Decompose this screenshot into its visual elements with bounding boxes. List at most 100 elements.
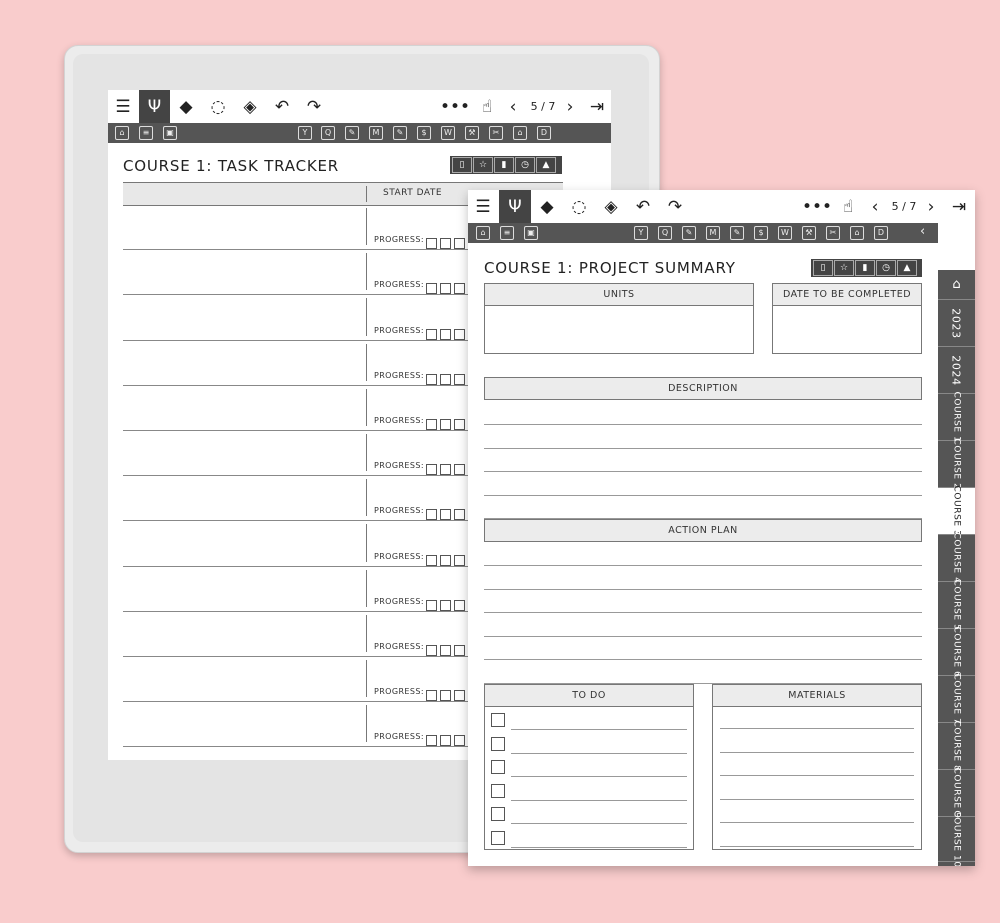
next-page-icon[interactable]: › [924, 190, 938, 223]
progress-checkbox[interactable] [426, 644, 437, 656]
exit-icon[interactable]: ⇥ [948, 190, 970, 223]
todo-checkbox[interactable] [491, 807, 505, 821]
progress-checkbox[interactable] [426, 735, 437, 747]
progress-checkbox[interactable] [454, 238, 465, 250]
nav-shop-icon[interactable]: ⌂ [513, 126, 527, 140]
redo-icon[interactable]: ↷ [302, 90, 326, 123]
progress-checkbox[interactable] [426, 599, 437, 611]
todo-item[interactable] [491, 805, 687, 825]
collapse-chevron-icon[interactable]: ‹ [920, 224, 925, 239]
next-page-icon[interactable]: › [563, 90, 577, 123]
progress-checkbox[interactable] [440, 509, 451, 521]
progress-checkbox[interactable] [440, 328, 451, 340]
prev-page-icon[interactable]: ‹ [506, 90, 520, 123]
book-icon[interactable]: ▯ [813, 260, 833, 276]
progress-checkbox[interactable] [426, 554, 437, 566]
pen-icon[interactable]: Ψ [139, 90, 170, 123]
touch-icon[interactable]: ☝ [837, 190, 859, 223]
nav-money-icon[interactable]: $ [754, 226, 768, 240]
side-tab-course-1[interactable]: COURSE 1 [938, 392, 975, 443]
side-tab-course-3[interactable]: COURSE 3 [938, 486, 975, 537]
cap-icon[interactable]: ▲ [536, 157, 556, 173]
progress-checkbox[interactable] [440, 418, 451, 430]
units-field[interactable] [484, 305, 754, 354]
progress-checkbox[interactable] [454, 509, 465, 521]
progress-checkbox[interactable] [440, 735, 451, 747]
eraser-icon[interactable]: ◆ [535, 190, 559, 223]
layers-icon[interactable]: ◈ [599, 190, 623, 223]
toc-icon[interactable]: ☰ [472, 190, 494, 223]
nav-tools-icon[interactable]: ✂ [489, 126, 503, 140]
progress-checkbox[interactable] [454, 283, 465, 295]
side-tab-course-2[interactable]: COURSE 2 [938, 439, 975, 490]
nav-d-icon[interactable]: D [874, 226, 888, 240]
progress-checkbox[interactable] [454, 373, 465, 385]
progress-checkbox[interactable] [454, 464, 465, 476]
progress-checkbox[interactable] [440, 690, 451, 702]
nav-m-icon[interactable]: M [706, 226, 720, 240]
nav-write-icon[interactable]: ✎ [730, 226, 744, 240]
progress-checkbox[interactable] [426, 418, 437, 430]
nav-w-icon[interactable]: W [778, 226, 792, 240]
todo-item[interactable] [491, 782, 687, 802]
side-tab-course-4[interactable]: COURSE 4 [938, 533, 975, 584]
home-icon[interactable]: ⌂ [476, 226, 490, 240]
nav-fitness-icon[interactable]: ⚒ [465, 126, 479, 140]
pen-icon[interactable]: Ψ [499, 190, 531, 223]
progress-checkbox[interactable] [454, 735, 465, 747]
nav-q-icon[interactable]: Q [658, 226, 672, 240]
progress-checkbox[interactable] [440, 644, 451, 656]
redo-icon[interactable]: ↷ [663, 190, 687, 223]
todo-checkbox[interactable] [491, 783, 505, 798]
touch-icon[interactable]: ☝ [476, 90, 498, 123]
todo-item[interactable] [491, 735, 687, 755]
more-icon[interactable]: ••• [802, 190, 832, 223]
nav-tools-icon[interactable]: ✂ [826, 226, 840, 240]
eraser-icon[interactable]: ◆ [174, 90, 198, 123]
notes-icon[interactable]: ≡ [139, 126, 153, 140]
lasso-icon[interactable]: ◌ [206, 90, 230, 123]
nav-study-icon[interactable]: ✎ [682, 226, 696, 240]
lasso-icon[interactable]: ◌ [567, 190, 591, 223]
nav-w-icon[interactable]: W [441, 126, 455, 140]
nav-shop-icon[interactable]: ⌂ [850, 226, 864, 240]
progress-checkbox[interactable] [426, 373, 437, 385]
prev-page-icon[interactable]: ‹ [868, 190, 882, 223]
side-tab-course-10[interactable]: COURSE 10 [938, 810, 975, 866]
image-icon[interactable]: ▣ [163, 126, 177, 140]
undo-icon[interactable]: ↶ [631, 190, 655, 223]
progress-checkbox[interactable] [440, 373, 451, 385]
side-tab-2023[interactable]: 2023 [938, 300, 975, 347]
progress-checkbox[interactable] [426, 328, 437, 340]
side-tab-2024[interactable]: 2024 [938, 347, 975, 394]
side-home-tab[interactable]: ⌂ [938, 270, 975, 300]
bookmark-icon[interactable]: ▮ [855, 260, 875, 276]
progress-checkbox[interactable] [426, 238, 437, 250]
todo-item[interactable] [491, 758, 687, 778]
progress-checkbox[interactable] [440, 599, 451, 611]
nav-study-icon[interactable]: ✎ [345, 126, 359, 140]
todo-checkbox[interactable] [491, 736, 505, 751]
progress-checkbox[interactable] [426, 509, 437, 521]
side-tab-course-7[interactable]: COURSE 7 [938, 674, 975, 725]
progress-checkbox[interactable] [454, 554, 465, 566]
home-icon[interactable]: ⌂ [115, 126, 129, 140]
todo-item[interactable] [491, 829, 687, 849]
undo-icon[interactable]: ↶ [270, 90, 294, 123]
progress-checkbox[interactable] [454, 690, 465, 702]
nav-write-icon[interactable]: ✎ [393, 126, 407, 140]
progress-checkbox[interactable] [426, 464, 437, 476]
bookmark-icon[interactable]: ▮ [494, 157, 514, 173]
notes-icon[interactable]: ≡ [500, 226, 514, 240]
clock-icon[interactable]: ◷ [515, 157, 535, 173]
progress-checkbox[interactable] [426, 283, 437, 295]
side-tab-course-5[interactable]: COURSE 5 [938, 580, 975, 631]
nav-m-icon[interactable]: M [369, 126, 383, 140]
star-icon[interactable]: ☆ [473, 157, 493, 173]
date-field[interactable] [772, 305, 922, 354]
exit-icon[interactable]: ⇥ [586, 90, 608, 123]
nav-y-icon[interactable]: Y [298, 126, 312, 140]
toc-icon[interactable]: ☰ [112, 90, 134, 123]
progress-checkbox[interactable] [440, 238, 451, 250]
image-icon[interactable]: ▣ [524, 226, 538, 240]
